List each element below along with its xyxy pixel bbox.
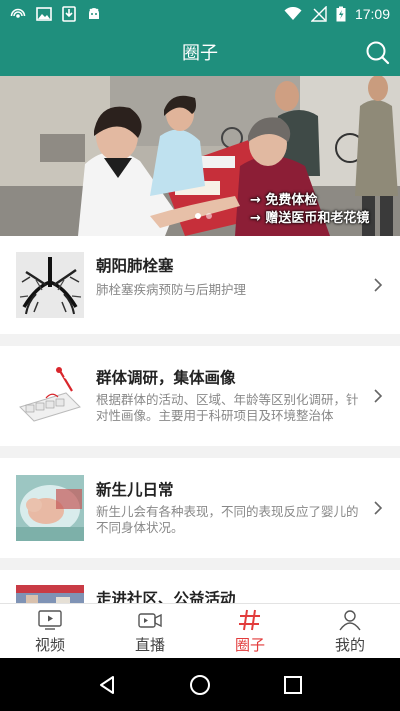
item-description: 根据群体的活动、区域、年龄等区别化调研，针对性画像。主要用于科研项目及环境整治体: [96, 392, 359, 423]
banner-carousel[interactable]: → 免费体检 → 赠送医币和老花镜: [0, 76, 400, 236]
app-screen: 17:09 圈子 → 免费体检 → 赠送医币和老花镜 朝阳肺栓塞 肺栓塞疾病预防…: [0, 0, 400, 711]
item-title: 朝阳肺栓塞: [96, 257, 174, 275]
chevron-right-icon: [374, 389, 383, 403]
hash-icon: [239, 609, 260, 631]
person-icon: [339, 610, 361, 631]
list-item[interactable]: 朝阳肺栓塞 肺栓塞疾病预防与后期护理: [0, 236, 400, 334]
tab-label: 圈子: [234, 636, 265, 654]
tab-label: 直播: [134, 636, 165, 654]
home-icon[interactable]: [189, 674, 211, 696]
lung-xray-thumbnail: [16, 252, 84, 318]
page-title: 圈子: [182, 43, 218, 64]
clock: 17:09: [354, 6, 390, 22]
carousel-indicator: [195, 213, 212, 219]
video-icon: [38, 610, 62, 630]
back-icon[interactable]: [96, 674, 118, 696]
recents-icon[interactable]: [282, 674, 304, 696]
status-bar: 17:09: [0, 0, 400, 28]
banner-caption: → 免费体检: [250, 193, 318, 208]
newborn-thumbnail: [16, 475, 84, 541]
tab-circle[interactable]: 圈子: [200, 604, 300, 658]
item-title: 新生儿日常: [96, 481, 174, 499]
carousel-dot-active: [195, 213, 201, 219]
item-title: 群体调研，集体画像: [96, 369, 236, 387]
battery-charging-icon: [336, 6, 346, 22]
download-notification-icon: [62, 6, 76, 22]
tab-label: 视频: [34, 636, 65, 654]
carousel-dot: [206, 213, 212, 219]
search-icon[interactable]: [364, 39, 390, 65]
android-icon: [89, 8, 99, 19]
survey-cards-thumbnail: [16, 363, 84, 429]
tab-video[interactable]: 视频: [0, 604, 100, 658]
list-item[interactable]: 群体调研，集体画像 根据群体的活动、区域、年龄等区别化调研，针对性画像。主要用于…: [0, 346, 400, 446]
banner-caption: → 赠送医币和老花镜: [250, 211, 370, 226]
chevron-right-icon: [374, 278, 383, 292]
tab-profile[interactable]: 我的: [300, 604, 400, 658]
chevron-right-icon: [374, 501, 383, 515]
live-camera-icon: [138, 613, 162, 628]
tab-label: 我的: [334, 636, 365, 654]
wifi-icon: [284, 7, 302, 20]
bottom-navigation: 视频 直播 圈子 我的: [0, 603, 400, 658]
system-navigation-bar: [0, 658, 400, 711]
tab-live[interactable]: 直播: [100, 604, 200, 658]
list-item[interactable]: 新生儿日常 新生儿会有各种表现，不同的表现反应了婴儿的不同身体状况。: [0, 458, 400, 558]
signal-off-icon: [310, 6, 327, 22]
item-description: 肺栓塞疾病预防与后期护理: [96, 282, 247, 297]
hotspot-icon: [10, 8, 26, 18]
image-notification-icon: [36, 7, 52, 21]
app-bar: 圈子: [0, 28, 400, 76]
item-description: 新生儿会有各种表现，不同的表现反应了婴儿的不同身体状况。: [96, 504, 359, 535]
